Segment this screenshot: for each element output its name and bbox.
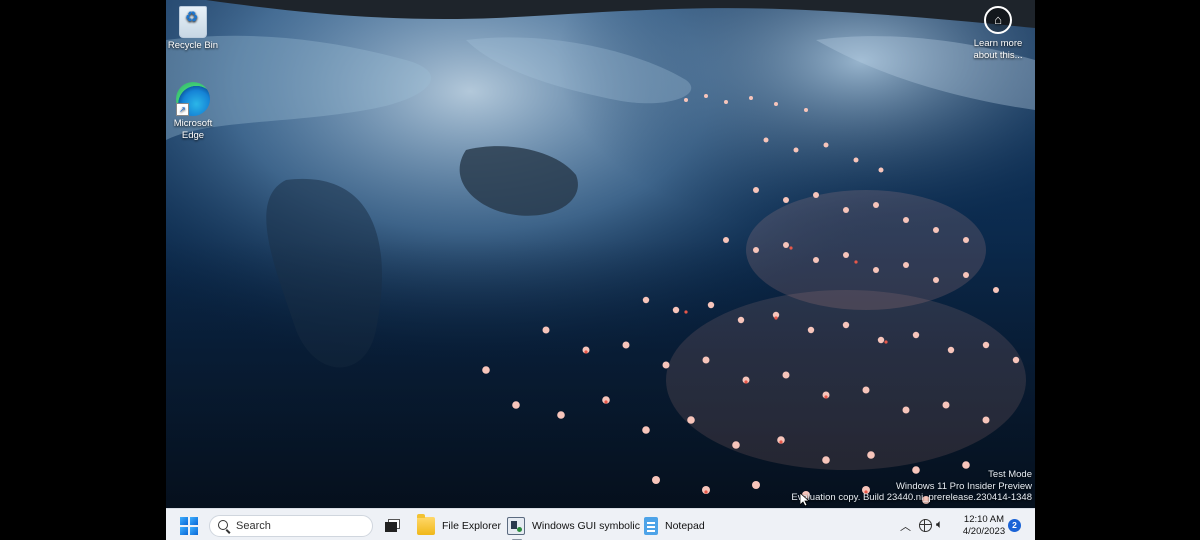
- learn-more-line2: about this...: [973, 50, 1023, 61]
- watermark-edition: Windows 11 Pro Insider Preview: [895, 480, 1032, 492]
- desktop-icon-label: Recycle Bin: [167, 40, 219, 51]
- shortcut-arrow-icon: ↗: [176, 103, 189, 116]
- os-watermark: Test Mode Windows 11 Pro Insider Preview…: [791, 469, 1032, 504]
- globe-network-icon[interactable]: [919, 519, 932, 532]
- desktop-icon-recycle-bin[interactable]: ♻ Recycle Bin: [166, 6, 221, 52]
- search-icon: [218, 520, 228, 530]
- desktop-wallpaper: ♻ Recycle Bin ↗ Microsoft Edge ⌂ Learn m…: [166, 0, 1035, 508]
- desktop-screen: ♻ Recycle Bin ↗ Microsoft Edge ⌂ Learn m…: [166, 0, 1035, 540]
- folder-icon: [417, 514, 435, 535]
- learn-more-about-picture[interactable]: ⌂ Learn more about this...: [963, 6, 1033, 62]
- notification-badge[interactable]: 2: [1008, 519, 1021, 532]
- task-view-icon[interactable]: [385, 519, 400, 532]
- recycle-bin-icon: ♻: [179, 6, 207, 38]
- windows-start-icon[interactable]: [180, 517, 198, 535]
- learn-more-line1: Learn more: [973, 38, 1023, 49]
- taskbar-app-label: Windows GUI symbolic: [532, 520, 640, 532]
- taskbar-app-label: Notepad: [665, 520, 705, 532]
- wallpaper-flamingo-lake-image: [166, 0, 1035, 508]
- chevron-up-icon[interactable]: ︿: [900, 518, 911, 534]
- watermark-build: Evaluation copy. Build 23440.ni_prerelea…: [791, 492, 1032, 503]
- desktop-icon-label: Microsoft: [173, 118, 213, 129]
- taskbar-search-box[interactable]: Search: [209, 515, 373, 537]
- camera-icon: ⌂: [984, 6, 1012, 34]
- debugger-app-icon: [507, 517, 525, 540]
- taskbar-clock[interactable]: 12:10 AM 4/20/2023: [958, 514, 1010, 538]
- taskbar-app-file-explorer[interactable]: File Explorer: [417, 514, 501, 536]
- taskbar-app-label: File Explorer: [442, 520, 501, 532]
- watermark-test-mode: Test Mode: [988, 469, 1032, 480]
- desktop-icon-microsoft-edge[interactable]: ↗ Microsoft Edge: [166, 82, 221, 142]
- taskbar: Search File Explorer Windows GUI symboli…: [166, 508, 1035, 540]
- desktop-icon-label: Edge: [181, 130, 205, 141]
- taskbar-app-notepad[interactable]: Notepad: [644, 516, 705, 536]
- speaker-icon[interactable]: 🔈︎: [936, 517, 943, 532]
- taskbar-app-windows-gui-symbolic[interactable]: Windows GUI symbolic: [507, 516, 640, 540]
- clock-date: 4/20/2023: [962, 526, 1006, 537]
- edge-icon: ↗: [176, 82, 210, 116]
- clock-time: 12:10 AM: [963, 514, 1005, 525]
- notepad-icon: [644, 517, 658, 535]
- search-placeholder: Search: [236, 520, 271, 532]
